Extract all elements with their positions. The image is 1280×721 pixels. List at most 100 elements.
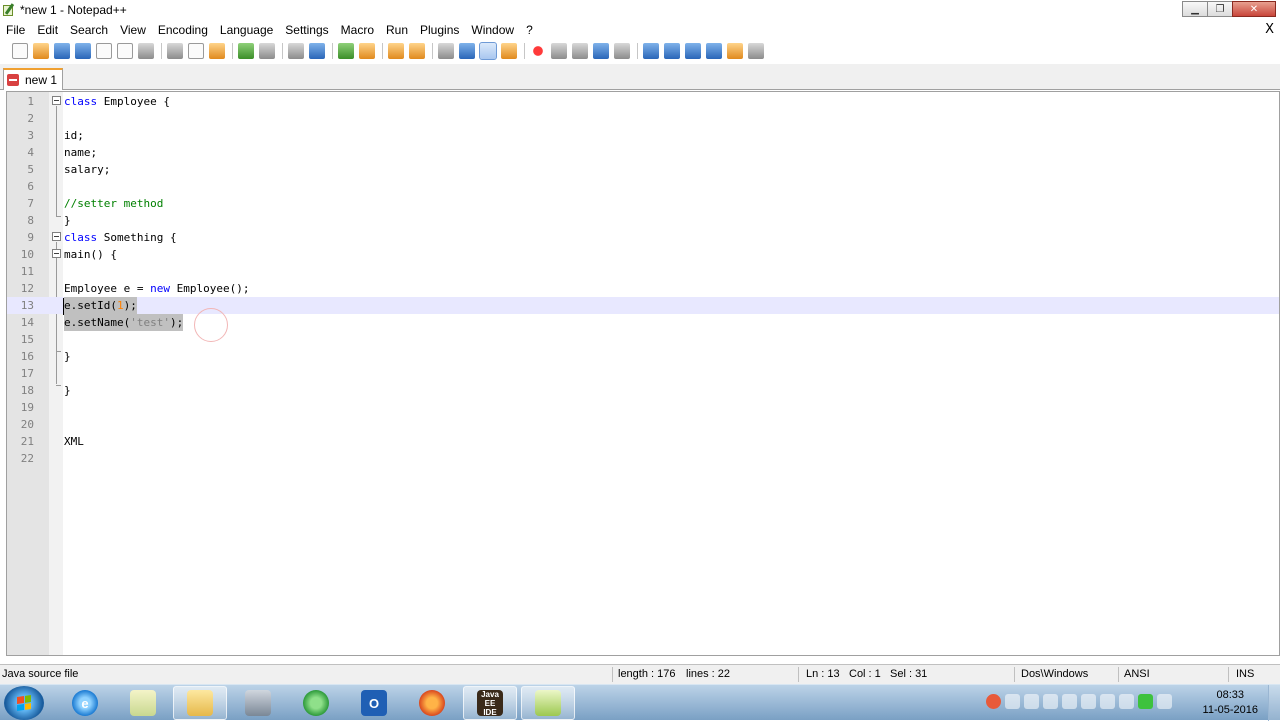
volume-icon[interactable] bbox=[1043, 694, 1058, 709]
menu-plugins[interactable]: Plugins bbox=[414, 20, 465, 40]
status-line: Ln : 13 bbox=[806, 668, 840, 680]
paste-icon[interactable] bbox=[209, 43, 225, 59]
keyboard-icon[interactable] bbox=[1062, 694, 1077, 709]
line-text: Employee e = new Employee(); bbox=[64, 282, 250, 295]
taskbar-notepad[interactable] bbox=[116, 686, 170, 720]
system-clock[interactable]: 08:33 11-05-2016 bbox=[1203, 688, 1258, 718]
menu-window[interactable]: Window bbox=[465, 20, 520, 40]
close-document-button[interactable]: X bbox=[1265, 20, 1274, 40]
menu-view[interactable]: View bbox=[114, 20, 152, 40]
status-bar: Java source file length : 176 lines : 22… bbox=[0, 664, 1280, 684]
launch-browser-icon[interactable] bbox=[727, 43, 743, 59]
taskbar-computer[interactable] bbox=[231, 686, 285, 720]
code-line: 22 bbox=[7, 450, 1279, 467]
close-icon[interactable] bbox=[96, 43, 112, 59]
status-length: length : 176 bbox=[618, 668, 676, 680]
line-number: 15 bbox=[20, 333, 34, 346]
line-number: 16 bbox=[20, 350, 34, 363]
network-disconnected-icon[interactable] bbox=[1081, 694, 1096, 709]
menu-encoding[interactable]: Encoding bbox=[152, 20, 214, 40]
sync-icon[interactable] bbox=[1100, 694, 1115, 709]
function-list-icon[interactable] bbox=[501, 43, 517, 59]
line-number: 22 bbox=[20, 452, 34, 465]
tab-new-1[interactable]: new 1 bbox=[3, 68, 63, 90]
taskbar-outlook[interactable]: O bbox=[347, 686, 401, 720]
spell-check-icon[interactable] bbox=[748, 43, 764, 59]
undo-icon[interactable] bbox=[238, 43, 254, 59]
save-all-icon[interactable] bbox=[75, 43, 91, 59]
antivirus-icon[interactable] bbox=[986, 694, 1001, 709]
toolbar-separator bbox=[161, 43, 162, 59]
sync-vertical-icon[interactable] bbox=[388, 43, 404, 59]
code-line-current: 13 e.setId(1); bbox=[7, 297, 1279, 314]
browser-icon bbox=[303, 690, 329, 716]
maximize-button[interactable]: ❐ bbox=[1207, 1, 1233, 17]
cut-icon[interactable] bbox=[167, 43, 183, 59]
copy-icon[interactable] bbox=[188, 43, 204, 59]
menu-search[interactable]: Search bbox=[64, 20, 114, 40]
line-text: id; bbox=[64, 129, 84, 142]
line-number: 9 bbox=[27, 231, 34, 244]
move-up-icon[interactable] bbox=[664, 43, 680, 59]
toolbar-separator bbox=[332, 43, 333, 59]
menu-help[interactable]: ? bbox=[520, 20, 539, 40]
code-editor[interactable]: 1 class Employee { 2 3 id; 4 name; 5 sal… bbox=[6, 91, 1280, 656]
collapse-icon[interactable] bbox=[706, 43, 722, 59]
folder-icon bbox=[187, 690, 213, 716]
run-macro-multiple-icon[interactable] bbox=[593, 43, 609, 59]
taskbar-windows-explorer[interactable] bbox=[173, 686, 227, 720]
network-signal-icon[interactable] bbox=[1005, 694, 1020, 709]
record-macro-icon[interactable] bbox=[530, 43, 546, 59]
sync-horizontal-icon[interactable] bbox=[409, 43, 425, 59]
line-number: 7 bbox=[27, 197, 34, 210]
battery-icon[interactable] bbox=[1138, 694, 1153, 709]
display-icon[interactable] bbox=[1119, 694, 1134, 709]
print-icon[interactable] bbox=[138, 43, 154, 59]
flag-icon[interactable] bbox=[1024, 694, 1039, 709]
show-desktop-button[interactable] bbox=[1268, 685, 1280, 721]
zoom-out-icon[interactable] bbox=[359, 43, 375, 59]
save-icon[interactable] bbox=[54, 43, 70, 59]
trim-icon[interactable] bbox=[643, 43, 659, 59]
menu-macro[interactable]: Macro bbox=[335, 20, 380, 40]
taskbar-java-ee-ide[interactable]: Java EE IDE bbox=[463, 686, 517, 720]
internet-explorer-icon: e bbox=[72, 690, 98, 716]
start-button[interactable] bbox=[4, 686, 44, 720]
replace-icon[interactable] bbox=[309, 43, 325, 59]
minimize-button[interactable]: ▁ bbox=[1182, 1, 1208, 17]
menu-file[interactable]: File bbox=[0, 20, 31, 40]
redo-icon[interactable] bbox=[259, 43, 275, 59]
show-hidden-icons-icon[interactable] bbox=[1157, 694, 1172, 709]
play-macro-icon[interactable] bbox=[572, 43, 588, 59]
stop-macro-icon[interactable] bbox=[551, 43, 567, 59]
move-down-icon[interactable] bbox=[685, 43, 701, 59]
show-all-chars-icon[interactable] bbox=[459, 43, 475, 59]
notepad-plus-plus-icon bbox=[535, 690, 561, 716]
window-title: *new 1 - Notepad++ bbox=[20, 3, 127, 17]
zoom-in-icon[interactable] bbox=[338, 43, 354, 59]
menu-settings[interactable]: Settings bbox=[279, 20, 334, 40]
word-wrap-icon[interactable] bbox=[438, 43, 454, 59]
clock-date: 11-05-2016 bbox=[1202, 704, 1258, 716]
close-button[interactable]: ✕ bbox=[1232, 1, 1276, 17]
indent-guide-icon[interactable] bbox=[479, 42, 497, 60]
line-text: } bbox=[64, 350, 71, 363]
code-line: 8 } bbox=[7, 212, 1279, 229]
status-separator bbox=[1228, 667, 1229, 682]
menu-language[interactable]: Language bbox=[214, 20, 279, 40]
title-bar: *new 1 - Notepad++ ▁ ❐ ✕ bbox=[0, 0, 1280, 20]
taskbar-firefox[interactable] bbox=[405, 686, 459, 720]
save-macro-icon[interactable] bbox=[614, 43, 630, 59]
taskbar-notepad-plus-plus[interactable] bbox=[521, 686, 575, 720]
close-all-icon[interactable] bbox=[117, 43, 133, 59]
code-line: 21 XML bbox=[7, 433, 1279, 450]
code-line: 12 Employee e = new Employee(); bbox=[7, 280, 1279, 297]
taskbar-browser[interactable] bbox=[289, 686, 343, 720]
menu-run[interactable]: Run bbox=[380, 20, 414, 40]
open-file-icon[interactable] bbox=[33, 43, 49, 59]
menu-edit[interactable]: Edit bbox=[31, 20, 64, 40]
find-icon[interactable] bbox=[288, 43, 304, 59]
status-insert-mode: INS bbox=[1236, 668, 1255, 680]
new-file-icon[interactable] bbox=[12, 43, 28, 59]
taskbar-internet-explorer[interactable]: e bbox=[58, 686, 112, 720]
